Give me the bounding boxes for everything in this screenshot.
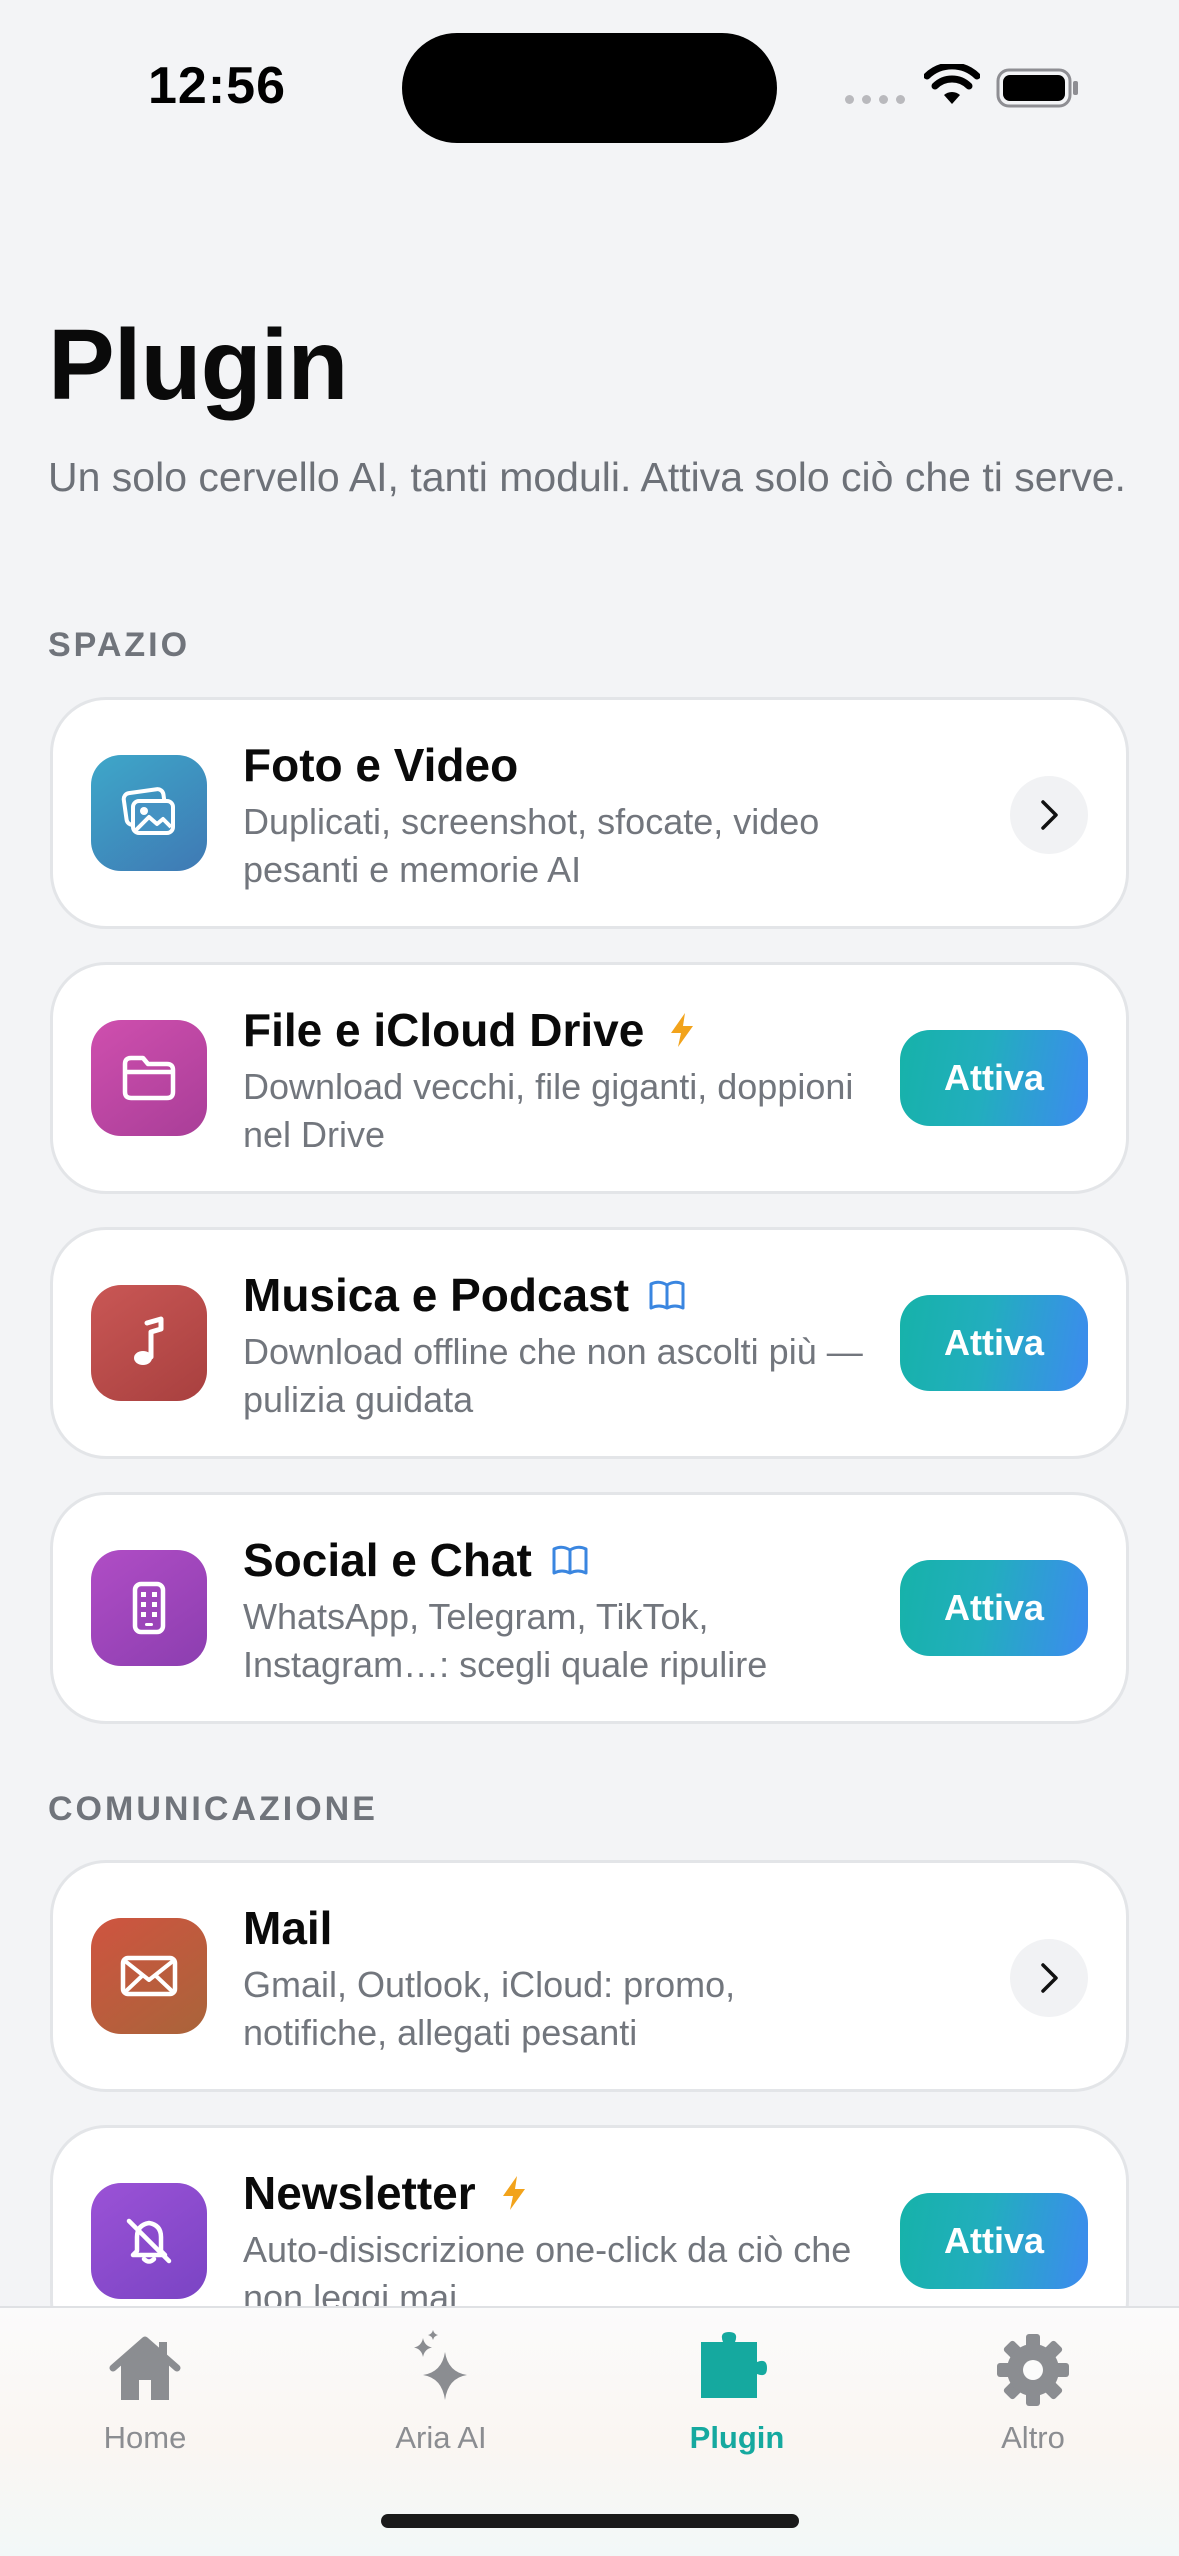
- activate-button[interactable]: Attiva: [900, 1560, 1088, 1656]
- plugin-card-social-chat[interactable]: Social e Chat WhatsApp, Telegram, TikTok…: [50, 1492, 1129, 1724]
- chevron-right-icon: [1041, 800, 1058, 830]
- activate-button[interactable]: Attiva: [900, 2193, 1088, 2289]
- activate-button[interactable]: Attiva: [900, 1295, 1088, 1391]
- status-time: 12:56: [148, 57, 286, 115]
- open-chevron-button[interactable]: [1010, 776, 1088, 854]
- bolt-icon: [502, 2176, 525, 2210]
- tab-label: Aria AI: [395, 2420, 487, 2455]
- house-icon: [109, 2336, 181, 2400]
- book-icon: [552, 1545, 588, 1575]
- cellular-signal-icon: [845, 95, 905, 104]
- plugin-description: WhatsApp, Telegram, TikTok, Instagram…: …: [243, 1596, 768, 1685]
- plugin-card-musica-podcast[interactable]: Musica e Podcast Download offline che no…: [50, 1227, 1129, 1459]
- sparkles-icon: [414, 2330, 467, 2400]
- plugin-card-file-icloud[interactable]: File e iCloud Drive Download vecchi, fil…: [50, 962, 1129, 1194]
- music-note-icon: [91, 1285, 207, 1401]
- book-icon: [649, 1280, 685, 1310]
- chevron-right-icon: [1041, 1963, 1058, 1993]
- battery-icon: [996, 68, 1078, 108]
- plugin-title: Mail: [243, 1902, 333, 1954]
- section-label-comunicazione: COMUNICAZIONE: [48, 1790, 378, 1828]
- gear-icon: [997, 2334, 1069, 2406]
- tab-label: Home: [103, 2420, 187, 2455]
- section-label-spazio: SPAZIO: [48, 626, 191, 664]
- page-title: Plugin: [48, 309, 349, 421]
- tab-home[interactable]: Home: [45, 2328, 245, 2468]
- plugin-description: Download vecchi, file giganti, doppioni …: [243, 1066, 854, 1155]
- tab-label: Altro: [1001, 2420, 1065, 2455]
- status-bar: 12:56: [0, 0, 1179, 150]
- plugin-title: Newsletter: [243, 2166, 534, 2220]
- envelope-icon: [91, 1918, 207, 2034]
- dynamic-island: [402, 33, 777, 143]
- tab-aria-ai[interactable]: Aria AI: [341, 2328, 541, 2468]
- puzzle-icon: [701, 2332, 767, 2398]
- home-indicator: [381, 2514, 799, 2528]
- plugin-description: Download offline che non ascolti più — p…: [243, 1331, 863, 1420]
- tab-label: Plugin: [689, 2420, 785, 2455]
- tab-altro[interactable]: Altro: [933, 2328, 1133, 2468]
- plugin-card-foto-video[interactable]: Foto e Video Duplicati, screenshot, sfoc…: [50, 697, 1129, 929]
- phone-icon: [91, 1550, 207, 1666]
- plugin-title: Musica e Podcast: [243, 1268, 687, 1322]
- open-chevron-button[interactable]: [1010, 1939, 1088, 2017]
- plugin-description: Gmail, Outlook, iCloud: promo, notifiche…: [243, 1964, 736, 2053]
- plugin-title: File e iCloud Drive: [243, 1003, 702, 1057]
- bolt-icon: [671, 1013, 694, 1047]
- plugin-card-mail[interactable]: Mail Gmail, Outlook, iCloud: promo, noti…: [50, 1860, 1129, 2092]
- plugin-description: Duplicati, screenshot, sfocate, video pe…: [243, 801, 820, 890]
- folder-icon: [91, 1020, 207, 1136]
- plugin-title: Foto e Video: [243, 739, 519, 791]
- bell-slash-icon: [91, 2183, 207, 2299]
- photos-icon: [91, 755, 207, 871]
- activate-button[interactable]: Attiva: [900, 1030, 1088, 1126]
- page-subtitle: Un solo cervello AI, tanti moduli. Attiv…: [48, 454, 1126, 500]
- wifi-icon: [924, 64, 980, 104]
- tab-plugin[interactable]: Plugin: [637, 2328, 837, 2468]
- plugin-title: Social e Chat: [243, 1533, 590, 1587]
